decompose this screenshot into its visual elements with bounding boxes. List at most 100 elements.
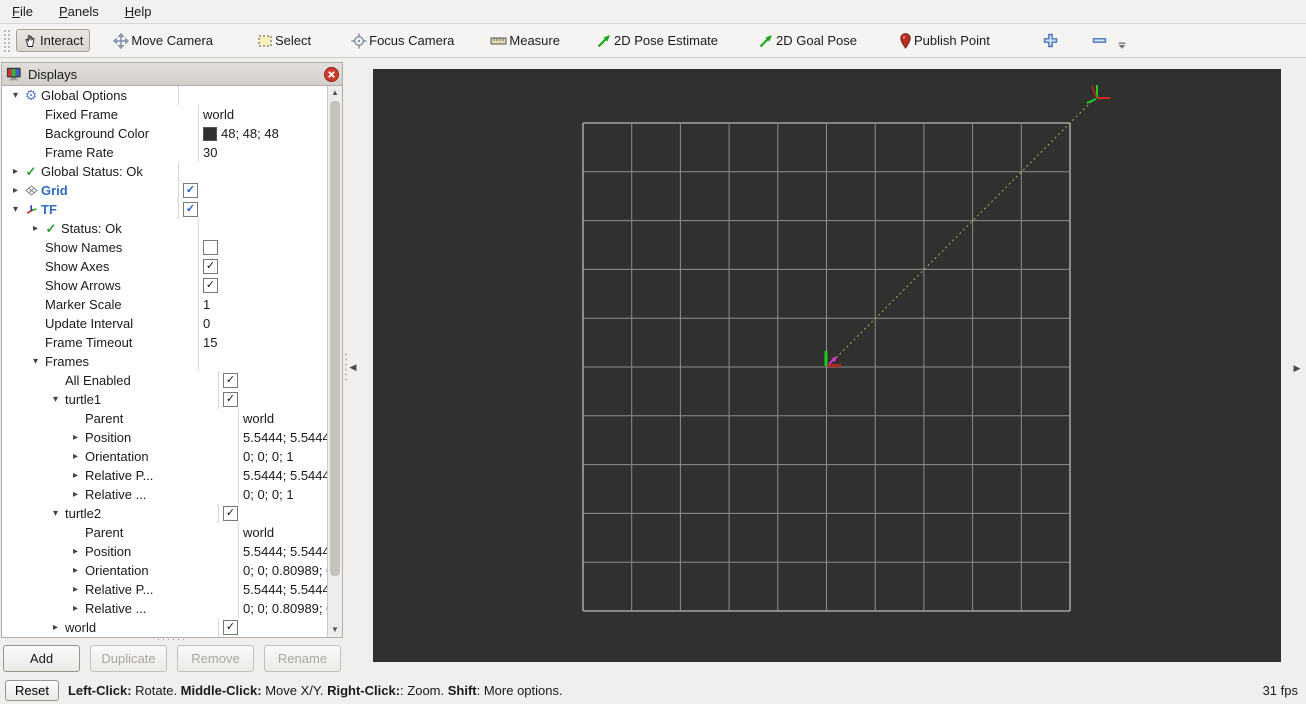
tree-row-frame-rate[interactable]: Frame Rate 30 bbox=[2, 143, 328, 162]
menu-panels[interactable]: Panels bbox=[59, 4, 99, 19]
property-value-cell[interactable]: 1 bbox=[199, 295, 328, 314]
property-value-cell[interactable]: 0 bbox=[199, 314, 328, 333]
expand-arrow-icon[interactable]: ▸ bbox=[68, 428, 83, 447]
tree-row-turtle1[interactable]: ▾ turtle1 ✓ bbox=[2, 390, 328, 409]
property-value-cell[interactable]: ✓ bbox=[179, 200, 328, 219]
checkbox[interactable]: ✓ bbox=[203, 259, 218, 274]
collapse-right-icon[interactable]: ▶ bbox=[1291, 353, 1303, 383]
checkbox[interactable]: ✓ bbox=[203, 278, 218, 293]
property-value-cell[interactable]: ✓ bbox=[219, 618, 328, 637]
property-value-cell[interactable]: 0; 0; 0.80989; 0.58658 bbox=[239, 561, 328, 580]
property-value-cell[interactable]: 5.5444; 5.5444; 0 bbox=[239, 466, 328, 485]
tree-row-relative-p[interactable]: ▸Relative P... 5.5444; 5.5444; 0 bbox=[2, 580, 328, 599]
tree-row-global-status-ok[interactable]: ▸ ✓ Global Status: Ok bbox=[2, 162, 328, 181]
property-value-cell[interactable] bbox=[199, 238, 328, 257]
expand-arrow-icon[interactable]: ▸ bbox=[8, 181, 23, 200]
property-value-cell[interactable]: ✓ bbox=[219, 390, 328, 409]
tree-row-global-options[interactable]: ▾ ⚙ Global Options bbox=[2, 86, 328, 105]
tool-2d-pose-estimate[interactable]: 2D Pose Estimate bbox=[589, 29, 725, 53]
tool-select[interactable]: Select bbox=[250, 29, 318, 53]
tool-move-camera[interactable]: Move Camera bbox=[106, 29, 220, 53]
checkbox[interactable]: ✓ bbox=[223, 620, 238, 635]
expand-arrow-icon[interactable]: ▸ bbox=[68, 466, 83, 485]
property-value-cell[interactable]: ✓ bbox=[219, 504, 328, 523]
property-value-cell[interactable]: ✓ bbox=[199, 257, 328, 276]
property-value-cell[interactable]: 5.5444; 5.5444; 0 bbox=[239, 542, 328, 561]
property-value-cell[interactable]: 48; 48; 48 bbox=[199, 124, 328, 143]
property-value-cell[interactable]: world bbox=[199, 105, 328, 124]
toolbar-drag-handle[interactable] bbox=[3, 28, 10, 53]
property-value-cell[interactable]: ✓ bbox=[199, 276, 328, 295]
tree-row-background-color[interactable]: Background Color 48; 48; 48 bbox=[2, 124, 328, 143]
tree-row-frames[interactable]: ▾ Frames bbox=[2, 352, 328, 371]
expand-arrow-icon[interactable]: ▸ bbox=[68, 561, 83, 580]
collapse-arrow-icon[interactable]: ▾ bbox=[48, 504, 63, 523]
checkbox[interactable]: ✓ bbox=[223, 373, 238, 388]
tool-measure[interactable]: Measure bbox=[483, 29, 567, 53]
tree-row-parent[interactable]: Parent world bbox=[2, 409, 328, 428]
tree-row-relative[interactable]: ▸Relative ... 0; 0; 0.80989; 0.58658 bbox=[2, 599, 328, 618]
expand-arrow-icon[interactable]: ▸ bbox=[68, 447, 83, 466]
property-value-cell[interactable]: 0; 0; 0; 1 bbox=[239, 447, 328, 466]
panel-resize-handle[interactable]: ······ bbox=[1, 635, 343, 644]
add-button[interactable]: Add bbox=[3, 645, 80, 672]
collapse-left-icon[interactable]: ◀ bbox=[347, 352, 359, 382]
add-tool-button[interactable] bbox=[1035, 28, 1066, 53]
tree-row-grid[interactable]: ▸ Grid ✓ bbox=[2, 181, 328, 200]
scrollbar-down-icon[interactable]: ▼ bbox=[328, 623, 342, 637]
tree-row-update-interval[interactable]: Update Interval 0 bbox=[2, 314, 328, 333]
tree-row-orientation[interactable]: ▸ Orientation 0; 0; 0; 1 bbox=[2, 447, 328, 466]
checkbox[interactable]: ✓ bbox=[183, 202, 198, 217]
expand-arrow-icon[interactable]: ▸ bbox=[28, 219, 43, 238]
checkbox[interactable]: ✓ bbox=[183, 183, 198, 198]
tool-focus-camera[interactable]: Focus Camera bbox=[344, 29, 461, 53]
tool-2d-goal-pose[interactable]: 2D Goal Pose bbox=[751, 29, 864, 53]
property-value-cell[interactable]: 0; 0; 0; 1 bbox=[239, 485, 328, 504]
property-value-cell[interactable]: 5.5444; 5.5444; 0 bbox=[239, 580, 328, 599]
property-value-cell[interactable]: 30 bbox=[199, 143, 328, 162]
tree-row-relative-p[interactable]: ▸Relative P... 5.5444; 5.5444; 0 bbox=[2, 466, 328, 485]
collapse-arrow-icon[interactable]: ▾ bbox=[8, 200, 23, 219]
expand-arrow-icon[interactable]: ▸ bbox=[68, 599, 83, 618]
menu-file[interactable]: File bbox=[12, 4, 33, 19]
checkbox[interactable]: ✓ bbox=[223, 506, 238, 521]
tree-row-orientation[interactable]: ▸Orientation 0; 0; 0.80989; 0.58658 bbox=[2, 561, 328, 580]
tree-row-position[interactable]: ▸Position 5.5444; 5.5444; 0 bbox=[2, 542, 328, 561]
close-icon[interactable] bbox=[324, 66, 339, 82]
checkbox[interactable] bbox=[203, 240, 218, 255]
expand-arrow-icon[interactable]: ▸ bbox=[68, 485, 83, 504]
tree-row-relative[interactable]: ▸ Relative ... 0; 0; 0; 1 bbox=[2, 485, 328, 504]
property-value-cell[interactable]: ✓ bbox=[219, 371, 328, 390]
tree-row-position[interactable]: ▸Position 5.5444; 5.5444; 0 bbox=[2, 428, 328, 447]
tree-row-show-axes[interactable]: Show Axes ✓ bbox=[2, 257, 328, 276]
expand-arrow-icon[interactable]: ▸ bbox=[8, 162, 23, 181]
expand-arrow-icon[interactable]: ▸ bbox=[68, 542, 83, 561]
collapse-arrow-icon[interactable]: ▾ bbox=[8, 86, 23, 105]
menu-help[interactable]: Help bbox=[125, 4, 152, 19]
scrollbar-thumb[interactable] bbox=[330, 101, 340, 576]
property-value-cell[interactable]: 15 bbox=[199, 333, 328, 352]
3d-viewport[interactable] bbox=[373, 69, 1281, 662]
tree-row-fixed-frame[interactable]: Fixed Frame world bbox=[2, 105, 328, 124]
expand-arrow-icon[interactable]: ▸ bbox=[68, 580, 83, 599]
tree-row-show-arrows[interactable]: Show Arrows ✓ bbox=[2, 276, 328, 295]
tree-row-frame-timeout[interactable]: Frame Timeout 15 bbox=[2, 333, 328, 352]
remove-tool-button[interactable] bbox=[1084, 28, 1115, 53]
collapse-arrow-icon[interactable]: ▾ bbox=[48, 390, 63, 409]
tree-row-all-enabled[interactable]: All Enabled ✓ bbox=[2, 371, 328, 390]
tree-row-marker-scale[interactable]: Marker Scale 1 bbox=[2, 295, 328, 314]
overflow-arrow-icon[interactable] bbox=[1117, 38, 1127, 53]
property-value-cell[interactable]: world bbox=[239, 409, 328, 428]
expand-arrow-icon[interactable]: ▸ bbox=[48, 618, 63, 637]
tree-row-tf[interactable]: ▾ TF ✓ bbox=[2, 200, 328, 219]
tree-row-turtle2[interactable]: ▾ turtle2 ✓ bbox=[2, 504, 328, 523]
collapse-arrow-icon[interactable]: ▾ bbox=[28, 352, 43, 371]
property-value-cell[interactable]: ✓ bbox=[179, 181, 328, 200]
tool-interact[interactable]: Interact bbox=[16, 29, 91, 52]
property-value-cell[interactable]: 0; 0; 0.80989; 0.58658 bbox=[239, 599, 328, 618]
tree-row-show-names[interactable]: Show Names bbox=[2, 238, 328, 257]
tool-publish-point[interactable]: Publish Point bbox=[892, 29, 997, 53]
tree-scrollbar[interactable]: ▲ ▼ bbox=[327, 86, 342, 637]
reset-button[interactable]: Reset bbox=[5, 679, 59, 701]
tree-row-status-ok[interactable]: ▸ ✓ Status: Ok bbox=[2, 219, 328, 238]
